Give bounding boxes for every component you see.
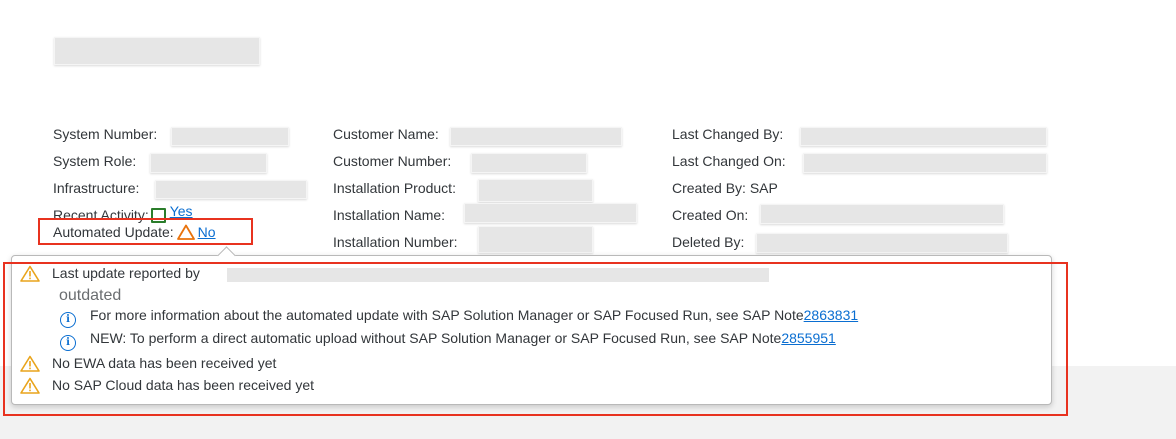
installation-name-field: Installation Name: xyxy=(333,205,445,225)
installation-name-redacted xyxy=(464,203,637,223)
no-cloud-text: No SAP Cloud data has been received yet xyxy=(52,377,315,393)
outdated-status: outdated xyxy=(59,287,122,304)
last-update-reporter-redacted xyxy=(227,268,769,282)
info-icon: i xyxy=(60,307,76,328)
installation-product-redacted xyxy=(478,179,593,202)
installation-number-label: Installation Number: xyxy=(333,234,458,250)
system-role-redacted xyxy=(150,153,267,173)
last-changed-by-label: Last Changed By: xyxy=(672,126,784,142)
title-redacted xyxy=(54,37,260,65)
customer-name-redacted xyxy=(450,127,622,146)
installation-number-field: Installation Number: xyxy=(333,232,458,252)
recent-activity-link[interactable]: Yes xyxy=(170,203,193,219)
installation-product-field: Installation Product: xyxy=(333,178,456,198)
customer-number-field: Customer Number: xyxy=(333,151,451,171)
system-number-redacted xyxy=(171,127,289,146)
warning-icon xyxy=(20,355,40,377)
customer-name-field: Customer Name: xyxy=(333,124,439,144)
deleted-by-redacted xyxy=(756,233,1008,253)
system-number-label: System Number: xyxy=(53,126,158,142)
created-on-redacted xyxy=(760,204,1004,224)
info-icon: i xyxy=(60,330,76,351)
deleted-by-field: Deleted By: xyxy=(672,232,744,252)
system-role-field: System Role: xyxy=(53,151,136,171)
last-changed-on-redacted xyxy=(803,153,1047,173)
created-by-value: SAP xyxy=(749,180,778,196)
customer-number-redacted xyxy=(471,153,587,173)
installation-number-redacted xyxy=(478,226,593,253)
installation-product-label: Installation Product: xyxy=(333,180,456,196)
last-update-text: Last update reported by xyxy=(52,265,200,281)
last-changed-on-field: Last Changed On: xyxy=(672,151,786,171)
system-number-field: System Number: xyxy=(53,124,157,144)
created-on-field: Created On: xyxy=(672,205,748,225)
installation-name-label: Installation Name: xyxy=(333,207,446,223)
sap-note-link-1[interactable]: 2863831 xyxy=(804,307,859,323)
warning-icon xyxy=(20,377,40,399)
info-1-text: For more information about the automated… xyxy=(90,307,804,323)
infrastructure-label: Infrastructure: xyxy=(53,180,140,196)
infrastructure-field: Infrastructure: xyxy=(53,178,139,198)
created-by-field: Created By: SAP xyxy=(672,178,778,198)
last-changed-on-label: Last Changed On: xyxy=(672,153,786,169)
created-on-label: Created On: xyxy=(672,207,749,223)
last-changed-by-field: Last Changed By: xyxy=(672,124,783,144)
created-by-label: Created By: xyxy=(672,180,746,196)
automated-update-highlight xyxy=(38,218,253,245)
sap-note-link-2[interactable]: 2855951 xyxy=(781,330,836,346)
customer-number-label: Customer Number: xyxy=(333,153,452,169)
info-2-text: NEW: To perform a direct automatic uploa… xyxy=(90,330,782,346)
system-role-label: System Role: xyxy=(53,153,137,169)
last-changed-by-redacted xyxy=(800,127,1047,146)
no-ewa-text: No EWA data has been received yet xyxy=(52,355,277,371)
infrastructure-redacted xyxy=(155,180,307,199)
warning-icon xyxy=(20,265,40,287)
deleted-by-label: Deleted By: xyxy=(672,234,745,250)
customer-name-label: Customer Name: xyxy=(333,126,439,142)
